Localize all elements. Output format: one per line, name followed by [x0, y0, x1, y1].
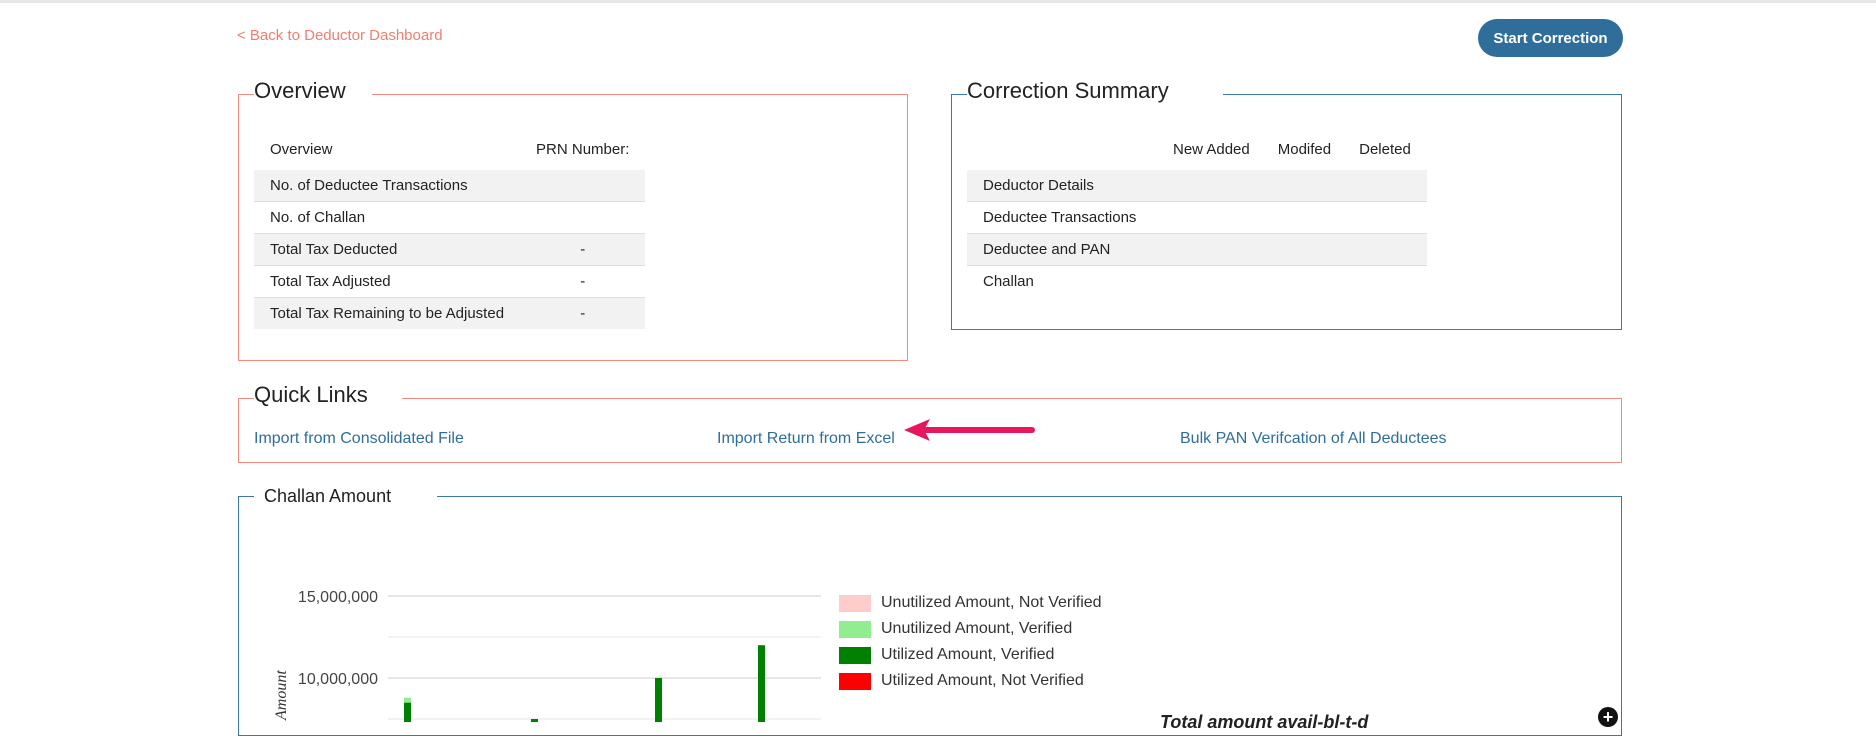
table-row: Total Tax Remaining to be Adjusted - — [254, 297, 646, 329]
row-label: Challan — [967, 265, 1159, 297]
row-value — [520, 201, 646, 234]
row-value: - — [520, 297, 646, 329]
total-amount-text: Total amount avail-bl-t-d — [1160, 712, 1369, 732]
bars-group — [404, 645, 765, 722]
correction-summary-title: Correction Summary — [967, 80, 1223, 102]
correction-summary-table: New Added Modifed Deleted Deductor Detai… — [967, 128, 1427, 297]
legend-swatch — [839, 594, 871, 612]
table-row: No. of Deductee Transactions — [254, 170, 646, 202]
row-label: Deductor Details — [967, 170, 1159, 202]
y-tick-label: 15,000,000 — [298, 589, 378, 606]
legend-swatch — [839, 620, 871, 638]
import-return-excel-link[interactable]: Import Return from Excel — [717, 430, 895, 448]
table-row: Total Tax Deducted - — [254, 233, 646, 266]
table-row: Deductee and PAN — [967, 233, 1427, 266]
table-row: Deductee Transactions — [967, 201, 1427, 234]
row-label: Total Tax Remaining to be Adjusted — [254, 297, 521, 329]
legend-label: Unutilized Amount, Not Verified — [881, 594, 1102, 611]
legend-swatch — [839, 672, 871, 690]
overview-title: Overview — [254, 80, 372, 102]
row-label: Total Tax Deducted — [254, 233, 521, 266]
row-label: No. of Challan — [254, 201, 521, 234]
row-label: No. of Deductee Transactions — [254, 170, 521, 202]
row-label: Total Tax Adjusted — [254, 265, 521, 298]
start-correction-button[interactable]: Start Correction — [1478, 19, 1623, 57]
row-value: - — [520, 233, 646, 266]
overview-col-label: Overview — [270, 140, 333, 158]
legend-item: Unutilized Amount, Verified — [839, 620, 1072, 638]
row-value: - — [520, 265, 646, 298]
legend-item: Unutilized Amount, Not Verified — [839, 594, 1102, 612]
row-label: Deductee and PAN — [967, 233, 1159, 266]
quick-links-title: Quick Links — [254, 384, 402, 406]
legend-label: Unutilized Amount, Verified — [881, 620, 1073, 637]
bar-unutilized-verified — [404, 697, 411, 703]
col-modified: Modifed — [1277, 140, 1332, 158]
overview-table: Overview PRN Number: No. of Deductee Tra… — [254, 128, 646, 329]
legend-label: Utilized Amount, Not Verified — [881, 672, 1084, 689]
col-new-added: New Added — [1173, 140, 1250, 158]
table-row: Total Tax Adjusted - — [254, 265, 646, 298]
overview-col-prn: PRN Number: — [536, 140, 630, 158]
y-axis-label: Amount — [273, 670, 290, 721]
challan-chart: 15,000,000 10,000,000 Amount — [273, 589, 821, 722]
y-tick-label: 10,000,000 — [298, 671, 378, 688]
back-to-dashboard-link[interactable]: < Back to Deductor Dashboard — [237, 27, 443, 44]
col-deleted: Deleted — [1359, 140, 1411, 158]
table-row: Challan — [967, 265, 1427, 297]
bar-utilized-verified — [404, 702, 411, 722]
legend-item: Utilized Amount, Verified — [839, 646, 1054, 664]
table-row: No. of Challan — [254, 201, 646, 234]
overview-panel: Overview PRN Number: No. of Deductee Tra… — [238, 94, 908, 361]
top-divider — [0, 0, 1876, 3]
legend-item: Utilized Amount, Not Verified — [839, 672, 1084, 690]
correction-summary-panel: New Added Modifed Deleted Deductor Detai… — [951, 94, 1622, 330]
challan-amount-title: Challan Amount — [254, 486, 438, 507]
table-row: Deductor Details — [967, 170, 1427, 202]
bar-utilized-verified — [655, 678, 662, 722]
bulk-pan-verification-link[interactable]: Bulk PAN Verifcation of All Deductees — [1180, 430, 1447, 448]
import-consolidated-file-link[interactable]: Import from Consolidated File — [254, 430, 464, 448]
expand-plus-icon[interactable]: + — [1598, 707, 1618, 727]
legend-swatch — [839, 646, 871, 664]
row-value — [520, 170, 646, 202]
annotation-arrow — [904, 419, 1035, 441]
row-label: Deductee Transactions — [967, 201, 1159, 234]
bar-utilized-verified — [758, 645, 765, 722]
legend-label: Utilized Amount, Verified — [881, 646, 1055, 663]
